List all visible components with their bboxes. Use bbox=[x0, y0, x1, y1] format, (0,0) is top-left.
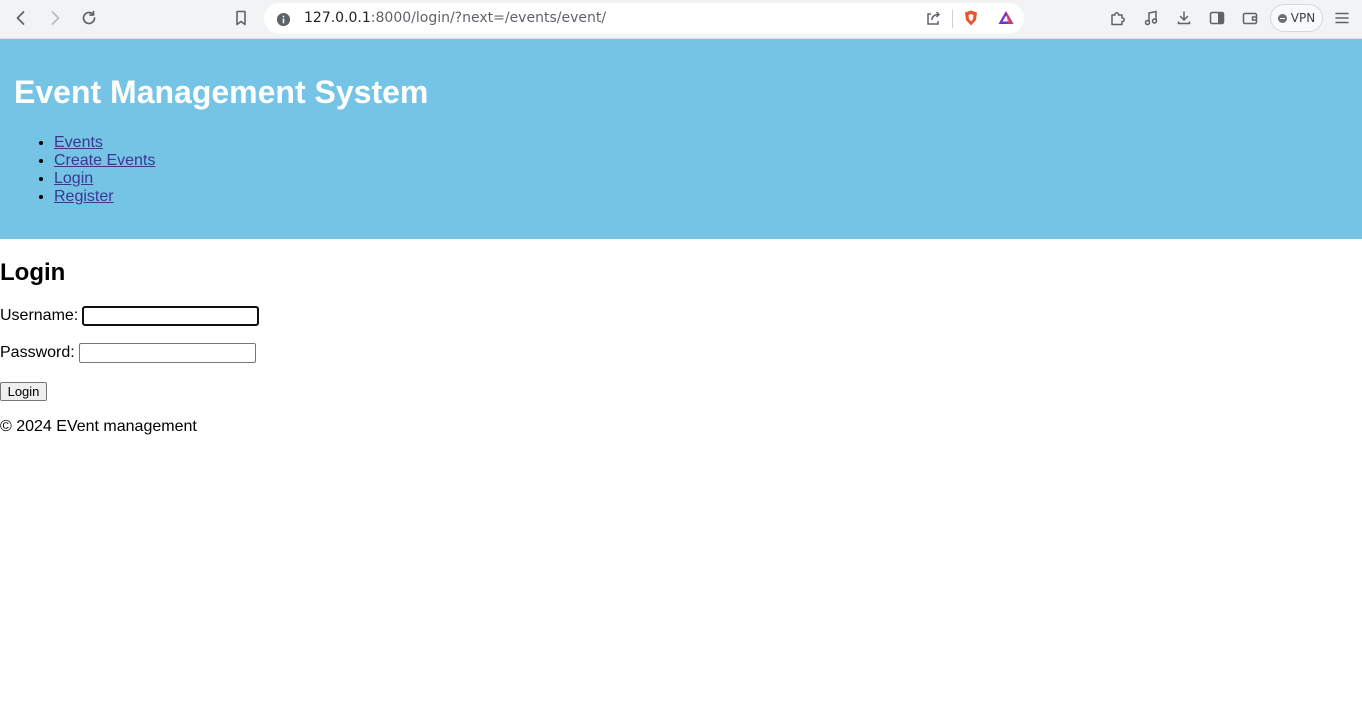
page-title: Login bbox=[0, 259, 66, 286]
address-bar-divider bbox=[952, 10, 953, 28]
nav-item-events: Events bbox=[54, 134, 155, 152]
brave-rewards-icon[interactable] bbox=[993, 5, 1019, 31]
login-button[interactable]: Login bbox=[0, 382, 47, 401]
address-bar[interactable]: 127.0.0.1:8000/login/?next=/events/event… bbox=[264, 3, 1024, 34]
vpn-button[interactable]: VPN bbox=[1270, 4, 1323, 32]
footer-copyright: © 2024 EVent management bbox=[0, 418, 197, 435]
nav-link-register[interactable]: Register bbox=[54, 188, 114, 205]
nav-item-login: Login bbox=[54, 170, 155, 188]
password-label: Password: bbox=[0, 344, 75, 361]
menu-icon[interactable] bbox=[1329, 5, 1355, 31]
site-title: Event Management System bbox=[14, 74, 429, 110]
username-label: Username: bbox=[0, 307, 79, 324]
extensions-icon[interactable] bbox=[1105, 5, 1131, 31]
nav-link-create-events[interactable]: Create Events bbox=[54, 152, 155, 169]
brave-shield-icon[interactable] bbox=[958, 5, 984, 31]
forward-icon[interactable] bbox=[42, 5, 68, 31]
nav-link-events[interactable]: Events bbox=[54, 134, 103, 151]
password-row: Password: bbox=[0, 343, 256, 363]
nav-link-login[interactable]: Login bbox=[54, 170, 93, 187]
back-icon[interactable] bbox=[8, 5, 34, 31]
media-icon[interactable] bbox=[1138, 5, 1164, 31]
vpn-status-icon bbox=[1277, 13, 1287, 23]
nav-item-register: Register bbox=[54, 188, 155, 206]
url-text[interactable]: 127.0.0.1:8000/login/?next=/events/event… bbox=[304, 10, 606, 26]
vpn-label: VPN bbox=[1290, 11, 1316, 25]
reload-icon[interactable] bbox=[76, 5, 102, 31]
site-header: Event Management System Events Create Ev… bbox=[0, 39, 1362, 239]
url-path: :8000/login/?next=/events/event/ bbox=[370, 10, 607, 26]
share-icon[interactable] bbox=[920, 5, 946, 31]
site-info-icon[interactable] bbox=[272, 8, 294, 30]
sidebar-icon[interactable] bbox=[1204, 5, 1230, 31]
download-icon[interactable] bbox=[1171, 5, 1197, 31]
bookmark-icon[interactable] bbox=[228, 5, 254, 31]
nav-item-create-events: Create Events bbox=[54, 152, 155, 170]
wallet-icon[interactable] bbox=[1237, 5, 1263, 31]
url-host: 127.0.0.1 bbox=[304, 10, 371, 26]
username-field[interactable] bbox=[82, 306, 260, 326]
password-field[interactable] bbox=[78, 343, 256, 363]
main-nav: Events Create Events Login Register bbox=[54, 134, 155, 206]
browser-toolbar: 127.0.0.1:8000/login/?next=/events/event… bbox=[0, 0, 1362, 39]
username-row: Username: bbox=[0, 306, 260, 326]
